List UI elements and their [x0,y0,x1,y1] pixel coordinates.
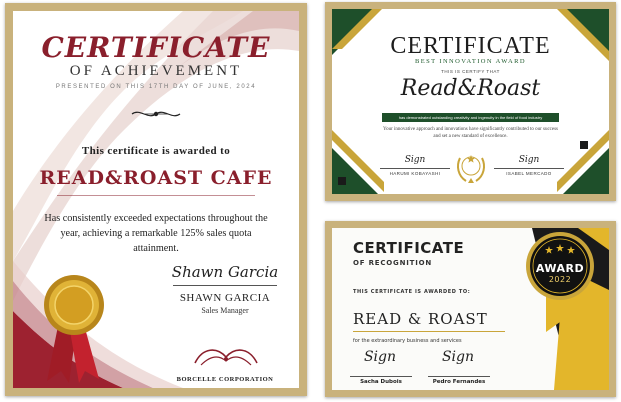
recipient-name: READ & ROAST [353,310,488,328]
recipient-underline [353,331,505,332]
signer-name-right: Pedro Fernandes [432,379,486,385]
recipient-name: Read&Roast [400,76,541,101]
signer-name-left: Sacha Dubois [360,379,402,385]
signature-line-left [350,376,412,377]
signature-line-right [494,168,564,169]
certificate-subtitle: BEST INNOVATION AWARD [415,58,526,65]
certificate-title: CERTIFICATE [390,33,551,59]
awarded-to-label: This certificate is awarded to [81,145,231,157]
signer-title: Sales Manager [201,306,249,315]
achievement-banner: has demonstrated outstanding creativity … [382,113,559,122]
signature-left: Sign [404,155,426,165]
certificate-subtitle: OF RECOGNITION [353,259,433,267]
signature-right: Sign [518,155,540,165]
achievement-certificate: CERTIFICATE OF ACHIEVEMENT PRESENTED ON … [5,3,307,396]
awarded-to-label: THIS CERTIFICATE IS AWARDED TO: [353,289,471,295]
award-label: AWARD [535,262,585,275]
recipient-name: READ&ROAST CAFE [39,167,273,189]
achievement-description: Has consistently exceeded expectations t… [44,213,268,254]
certificate-title: CERTIFICATE [41,31,271,64]
achievement-certificate-paper: CERTIFICATE OF ACHIEVEMENT PRESENTED ON … [13,11,299,388]
award-year: 2022 [548,275,572,284]
innovation-certificate-paper: CERTIFICATE BEST INNOVATION AWARD THIS I… [332,9,609,194]
signature-right: Sign [441,349,475,365]
signature-line [173,285,277,286]
signer-name-right: ISABEL MERCADO [506,171,552,176]
certificate-subtitle: OF ACHIEVEMENT [69,63,243,79]
recognition-description: for the extraordinary business and servi… [353,338,462,344]
signature-script: Shawn Garcia [171,263,279,281]
award-winning-badge-icon [457,155,485,183]
recognition-certificate: AWARD 2022 CERTIFICATE OF RECOGNITION TH… [325,221,616,397]
innovation-description: Your innovative approach and innovations… [382,127,558,139]
corporation-logo-icon [194,349,258,366]
certify-line: THIS IS CERTIFY THAT [441,69,500,74]
signer-name: SHAWN GARCIA [179,292,271,304]
gold-seal-icon [44,275,104,383]
signer-name-left: HARUMI KOBAYASHI [389,171,441,176]
innovation-certificate: CERTIFICATE BEST INNOVATION AWARD THIS I… [325,2,616,201]
presented-date-line: PRESENTED ON THIS 17TH DAY OF JUNE, 2024 [55,84,257,90]
ornament-divider-icon [131,111,181,117]
signature-left: Sign [363,349,397,365]
recipient-underline [57,195,255,196]
signature-line-right [428,376,490,377]
signature-line-left [380,168,450,169]
certificate-title: CERTIFICATE [353,239,465,257]
recognition-certificate-paper: AWARD 2022 CERTIFICATE OF RECOGNITION TH… [332,228,609,390]
organization-name: BORCELLE CORPORATION [176,376,274,383]
